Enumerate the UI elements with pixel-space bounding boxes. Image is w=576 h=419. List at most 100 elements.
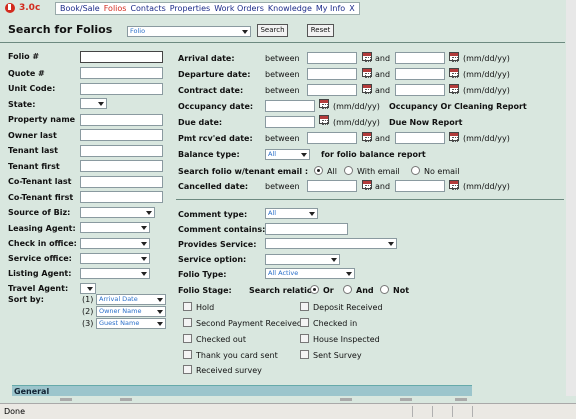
pmt-to-input[interactable] bbox=[395, 132, 445, 144]
divider bbox=[176, 199, 564, 200]
chevron-down-icon bbox=[157, 310, 163, 314]
due-date-input[interactable] bbox=[265, 116, 315, 128]
email-no-radio[interactable] bbox=[411, 166, 420, 175]
departure-from-input[interactable] bbox=[307, 68, 357, 80]
cotenant-first-input[interactable] bbox=[80, 191, 163, 203]
menu-knowledge[interactable]: Knowledge bbox=[268, 4, 312, 13]
property-name-input[interactable] bbox=[80, 114, 163, 126]
calendar-icon[interactable] bbox=[449, 180, 459, 190]
reset-button[interactable]: Reset bbox=[307, 24, 334, 37]
menu-contacts[interactable]: Contacts bbox=[130, 4, 165, 13]
quote-input[interactable] bbox=[80, 67, 163, 79]
stage-checked-out-checkbox[interactable] bbox=[183, 334, 192, 343]
relation-and-radio[interactable] bbox=[343, 285, 352, 294]
leasing-agent-label: Leasing Agent: bbox=[8, 224, 76, 233]
status-pane bbox=[472, 406, 473, 417]
stage-house-inspected-label: House Inspected bbox=[313, 335, 380, 344]
source-biz-label: Source of Biz: bbox=[8, 208, 71, 217]
menu-folios[interactable]: Folios bbox=[104, 4, 127, 13]
chevron-down-icon bbox=[141, 272, 147, 276]
sort-3-select[interactable]: Guest Name bbox=[96, 318, 166, 329]
stage-sent-survey-checkbox[interactable] bbox=[300, 350, 309, 359]
stage-received-survey-checkbox[interactable] bbox=[183, 365, 192, 374]
email-with-radio[interactable] bbox=[344, 166, 353, 175]
listing-agent-select[interactable] bbox=[80, 268, 150, 279]
chevron-down-icon bbox=[141, 257, 147, 261]
arrival-to-input[interactable] bbox=[395, 52, 445, 64]
relation-or-radio[interactable] bbox=[310, 285, 319, 294]
search-relation-label: Search relation bbox=[249, 286, 319, 295]
comment-type-select[interactable]: All bbox=[265, 208, 318, 219]
calendar-icon[interactable] bbox=[362, 84, 372, 94]
sort-1-select[interactable]: Arrival Date bbox=[96, 294, 166, 305]
chevron-down-icon bbox=[157, 322, 163, 326]
relation-not-radio[interactable] bbox=[380, 285, 389, 294]
email-all-radio[interactable] bbox=[314, 166, 323, 175]
leasing-agent-select[interactable] bbox=[80, 222, 150, 233]
comment-contains-input[interactable] bbox=[265, 223, 348, 235]
calendar-icon[interactable] bbox=[319, 99, 329, 109]
search-button[interactable]: Search bbox=[257, 24, 288, 37]
departure-to-input[interactable] bbox=[395, 68, 445, 80]
cancelled-from-input[interactable] bbox=[307, 180, 357, 192]
menu-work-orders[interactable]: Work Orders bbox=[214, 4, 264, 13]
stage-received-survey-label: Received survey bbox=[196, 366, 262, 375]
contract-date-label: Contract date: bbox=[178, 86, 244, 95]
service-option-select[interactable] bbox=[265, 254, 340, 265]
stage-house-inspected-checkbox[interactable] bbox=[300, 334, 309, 343]
chevron-down-icon bbox=[141, 242, 147, 246]
tenant-last-input[interactable] bbox=[80, 145, 163, 157]
travel-agent-select[interactable] bbox=[80, 283, 96, 294]
menu-book-sale[interactable]: Book/Sale bbox=[60, 4, 100, 13]
calendar-icon[interactable] bbox=[449, 68, 459, 78]
cotenant-last-input[interactable] bbox=[80, 176, 163, 188]
calendar-icon[interactable] bbox=[362, 180, 372, 190]
scrollbar[interactable] bbox=[566, 0, 576, 403]
check-in-office-select[interactable] bbox=[80, 238, 150, 249]
calendar-icon[interactable] bbox=[319, 115, 329, 125]
stage-second-payment-label: Second Payment Received bbox=[196, 319, 302, 328]
menu-close[interactable]: X bbox=[349, 4, 354, 13]
stage-checked-in-checkbox[interactable] bbox=[300, 318, 309, 327]
sort-2-select[interactable]: Owner Name bbox=[96, 306, 166, 317]
calendar-icon[interactable] bbox=[362, 52, 372, 62]
stage-second-payment-checkbox[interactable] bbox=[183, 318, 192, 327]
contract-from-input[interactable] bbox=[307, 84, 357, 96]
chevron-down-icon bbox=[242, 30, 248, 34]
pmt-from-input[interactable] bbox=[307, 132, 357, 144]
stage-deposit-label: Deposit Received bbox=[313, 303, 383, 312]
calendar-icon[interactable] bbox=[449, 84, 459, 94]
service-office-select[interactable] bbox=[80, 253, 150, 264]
balance-type-select[interactable]: All bbox=[265, 149, 310, 160]
menu-properties[interactable]: Properties bbox=[170, 4, 210, 13]
stage-checked-in-label: Checked in bbox=[313, 319, 358, 328]
stage-deposit-checkbox[interactable] bbox=[300, 302, 309, 311]
cancelled-to-input[interactable] bbox=[395, 180, 445, 192]
tenant-first-input[interactable] bbox=[80, 160, 163, 172]
sort-1-value: Arrival Date bbox=[99, 295, 138, 303]
search-type-select[interactable]: Folio bbox=[127, 26, 251, 37]
provides-service-select[interactable] bbox=[265, 238, 397, 249]
folio-input[interactable] bbox=[80, 51, 163, 63]
menu-my-info[interactable]: My Info bbox=[316, 4, 345, 13]
calendar-icon[interactable] bbox=[362, 132, 372, 142]
unit-code-input[interactable] bbox=[80, 83, 163, 95]
stage-hold-checkbox[interactable] bbox=[183, 302, 192, 311]
strip-mark bbox=[400, 398, 412, 401]
due-format: (mm/dd/yy) bbox=[333, 118, 380, 127]
occupancy-date-input[interactable] bbox=[265, 100, 315, 112]
source-biz-select[interactable] bbox=[80, 207, 155, 218]
due-date-label: Due date: bbox=[178, 118, 223, 127]
calendar-icon[interactable] bbox=[449, 52, 459, 62]
calendar-icon[interactable] bbox=[449, 132, 459, 142]
state-select[interactable] bbox=[80, 98, 107, 109]
contract-to-input[interactable] bbox=[395, 84, 445, 96]
owner-last-input[interactable] bbox=[80, 129, 163, 141]
travel-agent-label: Travel Agent: bbox=[8, 284, 69, 293]
calendar-icon[interactable] bbox=[362, 68, 372, 78]
arrival-and: and bbox=[375, 54, 391, 63]
chevron-down-icon bbox=[157, 298, 163, 302]
folio-type-select[interactable]: All Active bbox=[265, 268, 355, 279]
stage-thank-you-checkbox[interactable] bbox=[183, 350, 192, 359]
arrival-from-input[interactable] bbox=[307, 52, 357, 64]
